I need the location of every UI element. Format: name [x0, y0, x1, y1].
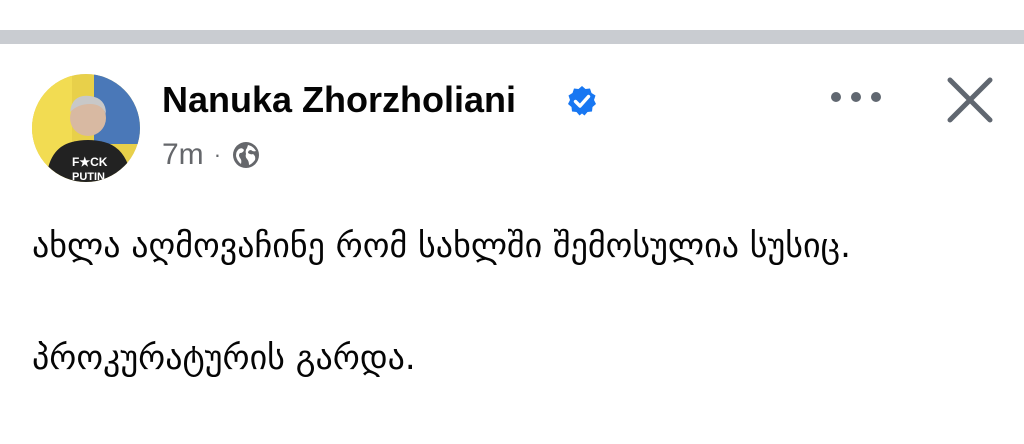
feed-divider [0, 30, 1024, 44]
post-text-paragraph-2: პროკურატურის გარდა. [32, 338, 416, 378]
avatar-shirt-text-2: PUTIN [72, 171, 105, 182]
close-icon[interactable] [944, 74, 996, 126]
post-body: ახლა აღმოვაჩინე რომ სახლში შემოსულია სუს… [32, 218, 992, 386]
post-card: F★CK PUTIN Nanuka Zhorzholiani 7m · ახლა… [0, 44, 1024, 444]
more-dots-icon[interactable] [826, 82, 886, 112]
avatar-shirt-text: F★CK [72, 155, 108, 169]
meta-separator: · [213, 142, 222, 167]
author-name[interactable]: Nanuka Zhorzholiani [162, 80, 516, 120]
post-meta: 7m · [162, 138, 261, 172]
verified-badge-icon [568, 86, 596, 116]
post-timestamp[interactable]: 7m [162, 138, 204, 172]
avatar-image: F★CK PUTIN [32, 74, 140, 182]
globe-icon[interactable] [231, 140, 261, 170]
avatar[interactable]: F★CK PUTIN [32, 74, 140, 182]
facebook-post-screen: F★CK PUTIN Nanuka Zhorzholiani 7m · ახლა… [0, 0, 1024, 444]
post-text-paragraph: ახლა აღმოვაჩინე რომ სახლში შემოსულია სუს… [32, 226, 851, 266]
